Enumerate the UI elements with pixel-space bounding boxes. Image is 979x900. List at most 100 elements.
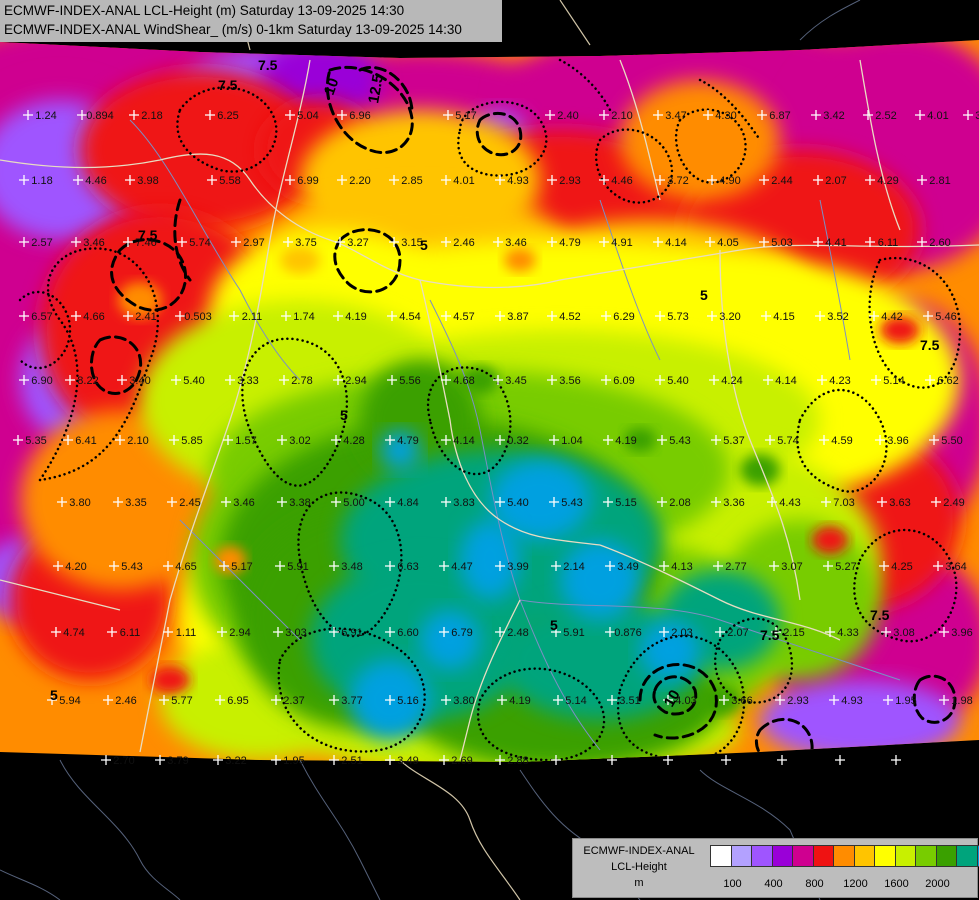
station-value-label: 6.95 [227,695,248,707]
station-value-label: 6.60 [397,627,418,639]
station-value-label: 3.20 [719,311,740,323]
legend-swatch [812,845,835,867]
legend-swatch [956,845,978,867]
station-value-label: 3.22 [225,755,246,767]
legend-unit: m [634,877,644,889]
station-value-label: 5.17 [455,110,476,122]
contour-label: 7.5 [870,607,890,623]
legend-model: ECMWF-INDEX-ANAL [583,845,695,857]
station-value-label: 0.503 [184,311,212,323]
station-value-label: 3.27 [347,237,368,249]
station-value-label: 1.24 [35,110,56,122]
station-value-label: 5.27 [835,561,856,573]
station-value-label: 3.63 [889,497,910,509]
station-value-label: 3.80 [69,497,90,509]
station-value-label: 3.51 [619,695,640,707]
station-value-label: 6.62 [937,375,958,387]
station-value-label: 3.75 [295,237,316,249]
station-value-label: 3.96 [951,627,972,639]
station-value-label: 6.41 [75,435,96,447]
contour-label: 5 [340,407,348,423]
station-value-label: 4.46 [611,175,632,187]
station-value-label: 4.24 [721,375,742,387]
station-value-label: 2.52 [875,110,896,122]
station-value-label: 5.73 [667,311,688,323]
station-value-label: 2.20 [349,175,370,187]
station-value-label: 4.14 [775,375,796,387]
station-value-label: 4.42 [881,311,902,323]
station-value-label: 4.46 [85,175,106,187]
legend-tick-label: 800 [805,878,824,890]
station-value-label: 4.68 [453,375,474,387]
station-value-label: 2.10 [611,110,632,122]
station-value-label: 4.57 [453,311,474,323]
station-value-label: 6.90 [31,375,52,387]
station-value-label: 1.18 [31,175,52,187]
contour-label: 5 [420,237,428,253]
station-value-label: 6.96 [349,110,370,122]
station-value-label: 4.14 [453,435,474,447]
station-value-label: 2.07 [825,175,846,187]
station-value-label: 2.03 [671,627,692,639]
station-value-label: 5.43 [669,435,690,447]
station-value-label: 5.74 [189,237,210,249]
station-value-label: 3.08 [893,627,914,639]
station-value-label: 1.74 [293,311,314,323]
station-value-label: 2.10 [127,435,148,447]
station-value-label: 3.64 [945,561,966,573]
station-value-label: 2.85 [401,175,422,187]
station-value-label: 3.01 [975,110,979,122]
station-value-label: 0.876 [614,627,642,639]
station-value-label: 6.79 [451,627,472,639]
station-value-label: 0.894 [86,110,114,122]
station-value-label: 3.80 [453,695,474,707]
station-value-label: 2.81 [929,175,950,187]
station-value-label: 5.43 [121,561,142,573]
lcl-height-map[interactable]: 1.24 0.894 2.18 6.25 5.04 6.96 5.17 2.40 2.10 3.4… [0,0,979,900]
station-value-label: 2.70 [113,755,134,767]
station-value-label: 3.48 [341,561,362,573]
station-value-label: 8.22 [77,375,98,387]
legend-swatch [874,845,896,867]
station-value-label: 5.50 [941,435,962,447]
station-value-label: 3.03 [285,627,306,639]
station-value-label: 2.11 [242,311,263,323]
station-value-label: 4.52 [559,311,580,323]
station-value-label: 1.95 [895,695,916,707]
station-value-label: 3.36 [723,497,744,509]
station-value-label: 4.79 [397,435,418,447]
station-value-label: 4.91 [611,237,632,249]
station-value-label: 4.65 [175,561,196,573]
legend-tick-label: 400 [764,878,783,890]
station-value-label: 2.69 [451,755,472,767]
station-value-label: 5.74 [777,435,798,447]
station-value-label: 4.33 [837,627,858,639]
station-value-label: 3.33 [237,375,258,387]
legend-tick-label: 1600 [884,878,909,890]
station-value-label: 1.57 [235,435,256,447]
contour-label: 7.5 [920,337,940,353]
station-value-label: 2.93 [559,175,580,187]
station-value-label: 5.40 [183,375,204,387]
contour-label: 5 [550,617,558,633]
station-value-label: 5.04 [297,110,318,122]
station-value-label: 2.45 [179,497,200,509]
station-value-label: 1.11 [176,627,197,639]
station-value-label: 3.45 [505,375,526,387]
station-value-label: 4.30 [715,110,736,122]
station-value-label: 6.11 [878,237,899,249]
station-value-label: 4.54 [399,311,420,323]
legend-swatch [935,845,958,867]
station-value-label: 5.77 [171,695,192,707]
station-value-label: 3.56 [559,375,580,387]
station-value-label: 2.77 [725,561,746,573]
station-value-label: 3.77 [341,695,362,707]
legend-swatch [710,845,732,867]
station-value-label: 2.08 [669,497,690,509]
station-value-label: 2.41 [135,311,156,323]
station-value-label: 6.11 [120,627,141,639]
legend-swatch [894,845,917,867]
station-value-label: 4.66 [83,311,104,323]
station-value-label: 3.35 [125,497,146,509]
station-value-label: 5.85 [181,435,202,447]
